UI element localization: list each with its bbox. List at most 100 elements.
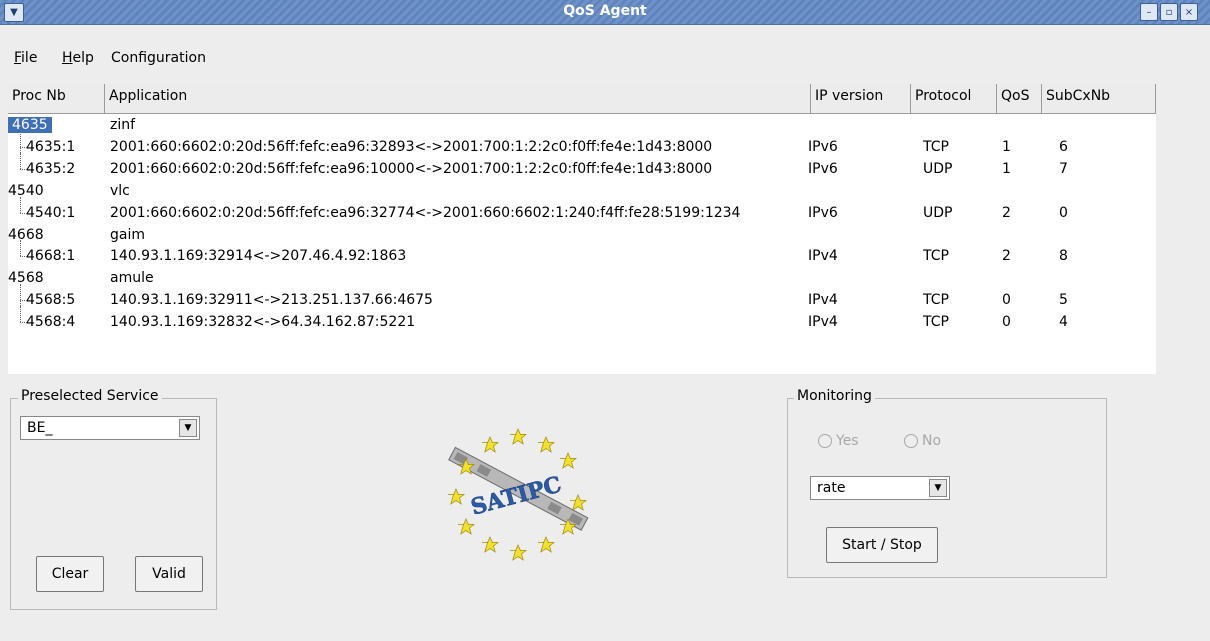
tree-branch-line [20,306,21,323]
column-header-application[interactable]: Application [105,84,811,114]
title-bar: ▼ QoS Agent – ▫ × [0,0,1210,25]
radio-circle-icon [904,434,918,448]
tree-branch-line [20,300,27,302]
cell-proc: 4668 [8,226,44,243]
process-row[interactable]: 4540 vlc [8,181,1156,203]
connection-row[interactable]: 4568:5 140.93.1.169:32911<->213.251.137.6… [8,284,1156,313]
monitoring-yes-radio[interactable]: Yes [818,433,859,449]
satipc-logo-graphic: SATIPC [447,428,589,561]
cell-proto: TCP [923,248,949,265]
cell-qos: 0 [1002,314,1011,331]
tree-branch-line [20,168,27,170]
cell-app: zinf [110,117,136,133]
cell-proc: 4568:4 [26,314,76,331]
cell-app: 140.93.1.169:32914<->207.46.4.92:1863 [110,248,407,265]
connection-row[interactable]: 4635:2 2001:660:6602:0:20d:56ff:fefc:ea96… [8,152,1156,181]
preselected-service-legend: Preselected Service [18,388,162,404]
cell-proto: UDP [923,204,953,221]
cell-qos: 2 [1002,204,1011,221]
process-row[interactable]: 4568 amule [8,268,1156,290]
connection-row[interactable]: 4635:1 2001:660:6602:0:20d:56ff:fefc:ea96… [8,130,1156,159]
cell-proto: UDP [923,160,953,177]
cell-proto: TCP [923,138,949,155]
radio-circle-icon [818,434,832,448]
cell-sub: 6 [1059,138,1068,155]
chevron-down-icon: ▼ [929,479,947,497]
process-row[interactable]: 4635 zinf [8,115,1156,137]
cell-ip: IPv6 [808,160,838,177]
menu-bar: File Help Configuration [0,44,1210,72]
cell-sub: 8 [1059,248,1068,265]
menu-file-label: ile [21,50,38,66]
cell-proto: TCP [923,292,949,309]
maximize-icon[interactable]: ▫ [1160,3,1178,21]
monitoring-no-label: No [922,433,942,449]
cell-qos: 1 [1002,160,1011,177]
cell-app: 140.93.1.169:32832<->64.34.162.87:5221 [110,314,416,331]
window-title: QoS Agent [563,3,647,19]
cell-ip: IPv6 [808,138,838,155]
cell-app: gaim [110,226,145,243]
monitoring-no-radio[interactable]: No [904,433,941,449]
preselected-service-select[interactable]: BE_ ▼ [20,416,200,440]
cell-app: amule [110,270,154,287]
menu-help-mnemonic: H [62,50,73,66]
monitoring-metric-value: rate [817,480,846,496]
cell-sub: 5 [1059,292,1068,309]
column-header-ip-version[interactable]: IP version [811,84,911,114]
menu-file[interactable]: File [14,50,37,66]
column-header-subcxnb[interactable]: SubCxNb [1042,84,1156,114]
tree-branch-line [20,322,27,324]
chevron-down-icon: ▼ [179,419,197,437]
cell-proc: 4635:1 [26,138,76,155]
connection-row[interactable]: 4568:4 140.93.1.169:32832<->64.34.162.87:… [8,306,1156,334]
start-stop-button[interactable]: Start / Stop [826,527,938,563]
cell-app: 140.93.1.169:32911<->213.251.137.66:4675 [110,292,433,309]
menu-help-label: elp [72,50,94,66]
connection-row[interactable]: 4668:1 140.93.1.169:32914<->207.46.4.92:1… [8,240,1156,268]
cell-app: 2001:660:6602:0:20d:56ff:fefc:ea96:10000… [110,160,713,177]
cell-ip: IPv4 [808,248,838,265]
process-tree-table[interactable]: Proc Nb Application IP version Protocol … [8,84,1156,374]
column-header-protocol[interactable]: Protocol [911,84,997,114]
clear-button[interactable]: Clear [36,556,104,592]
menu-file-mnemonic: F [14,50,22,66]
cell-ip: IPv4 [808,314,838,331]
minimize-icon[interactable]: – [1140,3,1158,21]
cell-proc: 4540:1 [26,204,76,221]
tree-branch-line [20,240,21,257]
cell-proc: 4635:2 [26,160,76,177]
cell-proto: TCP [923,314,949,331]
cell-ip: IPv6 [808,204,838,221]
close-icon[interactable]: × [1180,3,1198,21]
cell-app: 2001:660:6602:0:20d:56ff:fefc:ea96:32774… [110,204,741,221]
cell-proc: 4668:1 [26,248,76,265]
connection-row[interactable]: 4540:1 2001:660:6602:0:20d:56ff:fefc:ea96… [8,196,1156,225]
cell-qos: 2 [1002,248,1011,265]
cell-proc: 4635 [8,117,52,133]
monitoring-legend: Monitoring [794,388,875,404]
menu-configuration[interactable]: Configuration [111,50,206,66]
cell-sub: 7 [1059,160,1068,177]
monitoring-metric-select[interactable]: rate ▼ [810,476,950,500]
tree-branch-line [20,196,21,213]
column-header-qos[interactable]: QoS [997,84,1042,114]
valid-button[interactable]: Valid [135,556,203,592]
cell-app: 2001:660:6602:0:20d:56ff:fefc:ea96:32893… [110,138,713,155]
column-header-proc-nb[interactable]: Proc Nb [8,84,105,114]
cell-qos: 1 [1002,138,1011,155]
tree-branch-line [20,152,21,169]
cell-ip: IPv4 [808,292,838,309]
cell-proc: 4568:5 [26,292,76,309]
menu-help[interactable]: Help [62,50,94,66]
tree-branch-line [20,256,27,258]
cell-sub: 0 [1059,204,1068,221]
preselected-service-value: BE_ [27,420,53,436]
cell-qos: 0 [1002,292,1011,309]
process-row[interactable]: 4668 gaim [8,225,1156,247]
monitoring-yes-label: Yes [836,433,859,449]
cell-proc: 4540 [8,182,44,199]
tree-branch-line [20,146,27,148]
cell-app: vlc [110,182,130,199]
cell-proc: 4568 [8,270,44,287]
